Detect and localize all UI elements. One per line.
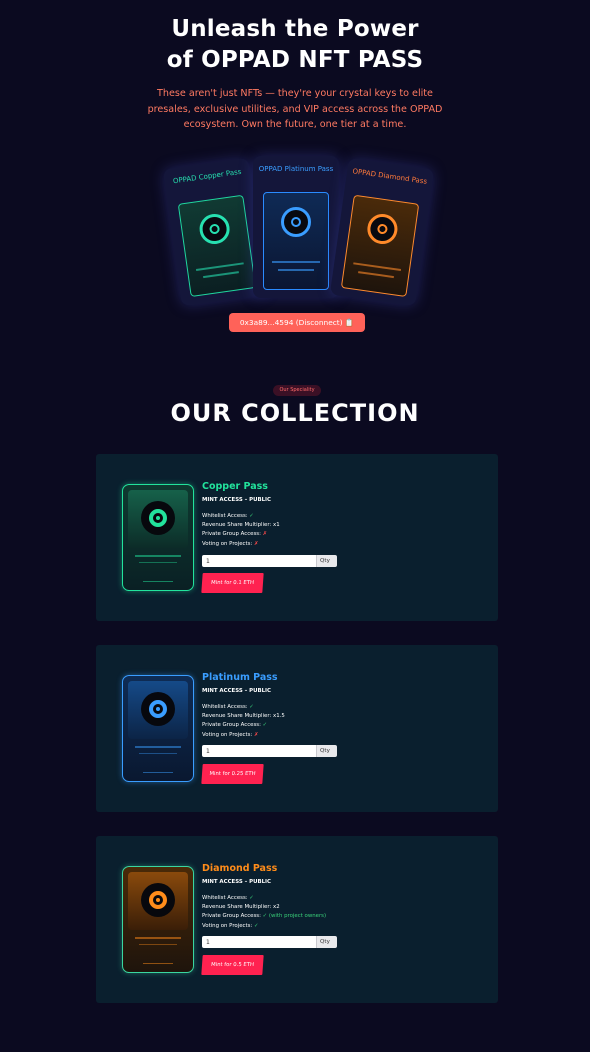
feature-label: Revenue Share Multiplier: x2 <box>202 904 280 911</box>
mint-button[interactable]: Mint for 0.25 ETH <box>201 764 264 784</box>
section-badge: Our Speciality <box>273 385 321 396</box>
check-icon: ✓ (with project owners) <box>262 913 327 920</box>
pass-art-panel <box>128 681 188 739</box>
oppad-logo-icon <box>281 207 311 237</box>
feature-row: Voting on Projects: ✗ <box>202 731 285 740</box>
platinum-pass-image <box>122 675 194 782</box>
pass-card-diamond: Diamond Pass MINT ACCESS – PUBLIC Whitel… <box>96 836 498 1003</box>
feature-label: Private Group Access: <box>202 913 261 920</box>
pass-art-panel <box>128 872 188 930</box>
oppad-logo-icon <box>141 692 175 726</box>
feature-row: Revenue Share Multiplier: x1.5 <box>202 712 285 721</box>
feature-label: Voting on Projects: <box>202 540 253 547</box>
cross-icon: ✗ <box>262 531 268 538</box>
feature-label: Private Group Access: <box>202 722 261 729</box>
copper-pass-image <box>122 484 194 591</box>
art-line <box>135 937 181 939</box>
showcase-diamond-title: OPPAD Diamond Pass <box>351 167 428 186</box>
oppad-logo-icon <box>365 212 400 246</box>
pass-card-copper: Copper Pass MINT ACCESS – PUBLIC Whiteli… <box>96 454 498 621</box>
showcase-platinum-pass: OPPAD Platinum Pass <box>253 156 339 298</box>
art-line <box>139 753 177 754</box>
feature-row: Whitelist Access: ✓ <box>202 894 326 903</box>
feature-label: Private Group Access: <box>202 531 261 538</box>
diamond-pass-art <box>340 194 420 297</box>
mint-button[interactable]: Mint for 0.5 ETH <box>201 955 264 975</box>
oppad-logo-icon <box>141 883 175 917</box>
feature-label: Voting on Projects: <box>202 731 253 738</box>
pass-name: Diamond Pass <box>202 863 278 874</box>
art-line <box>358 271 394 279</box>
feature-list: Whitelist Access: ✓ Revenue Share Multip… <box>202 703 285 740</box>
quantity-label: Qty <box>316 936 337 948</box>
pass-name: Platinum Pass <box>202 672 278 683</box>
oppad-logo-icon <box>197 212 232 246</box>
mint-access-label: MINT ACCESS – PUBLIC <box>202 497 272 503</box>
feature-row: Private Group Access: ✓ <box>202 721 285 730</box>
feature-list: Whitelist Access: ✓ Revenue Share Multip… <box>202 894 326 931</box>
cross-icon: ✗ <box>253 731 259 738</box>
feature-label: Revenue Share Multiplier: x1.5 <box>202 713 285 720</box>
art-line <box>353 262 402 271</box>
feature-row: Voting on Projects: ✓ <box>202 922 326 931</box>
copper-pass-art <box>177 194 257 297</box>
quantity-input[interactable] <box>202 555 316 567</box>
pass-name: Copper Pass <box>202 481 268 492</box>
feature-row: Voting on Projects: ✗ <box>202 540 280 549</box>
oppad-logo-icon <box>141 501 175 535</box>
feature-list: Whitelist Access: ✓ Revenue Share Multip… <box>202 512 280 549</box>
check-icon: ✓ <box>249 704 254 710</box>
showcase-copper-pass: OPPAD Copper Pass <box>162 157 268 307</box>
art-line <box>143 963 173 964</box>
feature-label: Revenue Share Multiplier: x1 <box>202 522 280 529</box>
art-line <box>278 269 314 271</box>
art-line <box>139 562 177 563</box>
section-title: OUR COLLECTION <box>170 399 420 427</box>
feature-label: Whitelist Access: <box>202 513 248 519</box>
art-line <box>143 772 173 773</box>
hero-title-line2: of OPPAD NFT PASS <box>166 47 424 73</box>
hero-title: Unleash the Power of OPPAD NFT PASS <box>0 14 590 76</box>
feature-row: Revenue Share Multiplier: x1 <box>202 521 280 530</box>
cross-icon: ✗ <box>253 540 259 547</box>
showcase-platinum-title: OPPAD Platinum Pass <box>258 165 334 173</box>
art-line <box>135 555 181 557</box>
check-icon: ✓ <box>262 722 268 729</box>
art-line <box>272 261 320 263</box>
feature-label: Whitelist Access: <box>202 895 248 901</box>
feature-row: Whitelist Access: ✓ <box>202 703 285 712</box>
feature-row: Private Group Access: ✗ <box>202 530 280 539</box>
check-icon: ✓ <box>249 895 254 901</box>
platinum-pass-art <box>263 192 329 290</box>
mint-button[interactable]: Mint for 0.1 ETH <box>201 573 264 593</box>
feature-row: Private Group Access: ✓ (with project ow… <box>202 912 326 921</box>
art-line <box>195 262 244 271</box>
check-icon: ✓ <box>249 513 254 519</box>
art-line <box>135 746 181 748</box>
feature-row: Revenue Share Multiplier: x2 <box>202 903 326 912</box>
pass-card-platinum: Platinum Pass MINT ACCESS – PUBLIC White… <box>96 645 498 812</box>
feature-row: Whitelist Access: ✓ <box>202 512 280 521</box>
art-line <box>139 944 177 945</box>
hero-title-line1: Unleash the Power <box>171 16 419 42</box>
quantity-input[interactable] <box>202 745 316 757</box>
check-icon: ✓ <box>253 922 259 929</box>
feature-label: Whitelist Access: <box>202 704 248 710</box>
showcase-copper-title: OPPAD Copper Pass <box>172 167 242 186</box>
quantity-label: Qty <box>316 555 337 567</box>
quantity-input[interactable] <box>202 936 316 948</box>
wallet-disconnect-button[interactable]: 0x3a89...4594 (Disconnect) 📋 <box>229 313 365 332</box>
pass-art-panel <box>128 490 188 548</box>
mint-access-label: MINT ACCESS – PUBLIC <box>202 688 272 694</box>
feature-label: Voting on Projects: <box>202 922 253 929</box>
diamond-pass-image <box>122 866 194 973</box>
quantity-label: Qty <box>316 745 337 757</box>
art-line <box>143 581 173 582</box>
art-line <box>203 271 239 279</box>
showcase-diamond-pass: OPPAD Diamond Pass <box>329 157 435 307</box>
hero-description: These aren't just NFTs — they're your cr… <box>147 88 443 130</box>
mint-access-label: MINT ACCESS – PUBLIC <box>202 879 272 885</box>
